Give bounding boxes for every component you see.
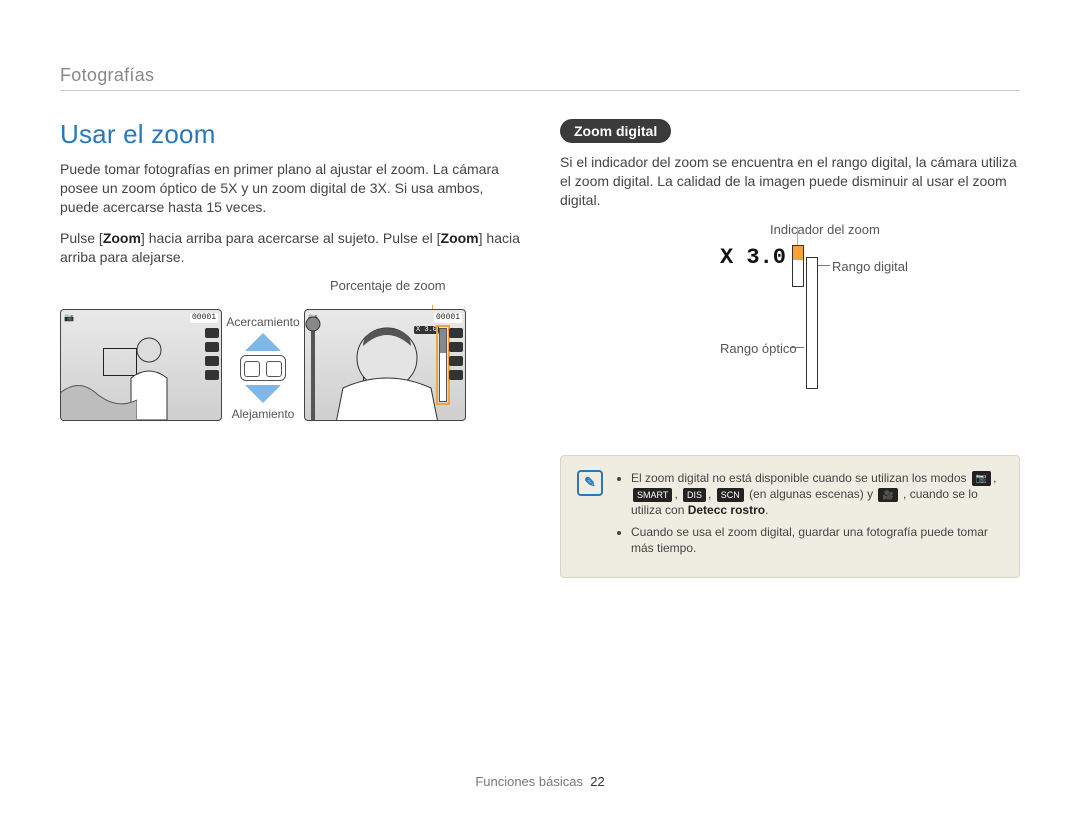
hud-icon	[205, 356, 219, 366]
zoom-x-value: X 3.0	[720, 245, 786, 270]
right-column: Zoom digital Si el indicador del zoom se…	[560, 119, 1020, 578]
hud-side-icons	[205, 328, 219, 380]
mode-icon-camera: 📷	[972, 471, 991, 485]
note-item: El zoom digital no está disponible cuand…	[631, 470, 1003, 519]
zoom-bar-digital	[792, 245, 804, 287]
hud-icon	[205, 342, 219, 352]
zoom-indicator-diagram: X 3.0 Rango digital Rango óptico	[720, 245, 1020, 425]
feature-name: Detecc rostro	[688, 503, 765, 517]
text: .	[765, 503, 768, 517]
camera-screen-zoom-wrapper: 📷 00001 X 3.0	[304, 309, 466, 421]
zoom-figure: 📷 00001	[60, 309, 520, 421]
label-zoom-out: Alejamiento	[232, 407, 295, 421]
note-box: ✎ El zoom digital no está disponible cua…	[560, 455, 1020, 578]
camera-screen-wide: 📷 00001	[60, 309, 222, 421]
caption-percentage: Porcentaje de zoom	[330, 278, 520, 293]
footer-section: Funciones básicas	[475, 774, 583, 789]
zoom-rocker: Acercamiento Alejamiento	[228, 315, 298, 421]
subject-illustration	[315, 318, 445, 421]
zoom-bar-optical	[806, 257, 818, 389]
note-list: El zoom digital no está disponible cuand…	[617, 470, 1003, 563]
hud-icon	[449, 370, 463, 380]
instruction-paragraph: Pulse [Zoom] hacia arriba para acercarse…	[60, 229, 520, 267]
label-indicator: Indicador del zoom	[770, 222, 1080, 237]
leader-line	[790, 347, 804, 348]
page-footer: Funciones básicas 22	[0, 774, 1080, 789]
zoom-keyword: Zoom	[103, 230, 141, 246]
page-number: 22	[590, 774, 604, 789]
camera-screen-zoomed: 📷 00001 X 3.0	[304, 309, 466, 421]
hud-side-icons	[449, 328, 463, 380]
two-column-layout: Usar el zoom Puede tomar fotografías en …	[60, 119, 1020, 578]
mode-icon-dis: DIS	[683, 488, 706, 502]
hud-icon	[205, 328, 219, 338]
hud-icon	[205, 370, 219, 380]
label-optical-range: Rango óptico	[720, 341, 797, 356]
intro-paragraph: Puede tomar fotografías en primer plano …	[60, 160, 520, 217]
text: El zoom digital no está disponible cuand…	[631, 471, 970, 485]
callout-leader	[797, 227, 798, 247]
hud-icon	[449, 328, 463, 338]
hud-icon	[449, 342, 463, 352]
breadcrumb: Fotografías	[60, 65, 1020, 91]
lamp-post-illustration	[304, 316, 329, 420]
left-column: Usar el zoom Puede tomar fotografías en …	[60, 119, 520, 578]
text: ] hacia arriba para acercarse al sujeto.…	[141, 230, 441, 246]
hud-icon	[449, 356, 463, 366]
zoom-keyword: Zoom	[441, 230, 479, 246]
subsection-pill: Zoom digital	[560, 119, 671, 143]
landscape-illustration	[60, 366, 137, 421]
mode-icon-scene: SCN	[717, 488, 744, 502]
section-heading: Usar el zoom	[60, 119, 520, 150]
mode-icon-smart: SMART	[633, 488, 672, 502]
arrow-up-icon	[245, 333, 281, 351]
leader-line	[818, 265, 830, 266]
note-item: Cuando se usa el zoom digital, guardar u…	[631, 524, 1003, 556]
mode-icon-movie: 🎥	[878, 488, 897, 502]
label-zoom-in: Acercamiento	[226, 315, 299, 329]
label-digital-range: Rango digital	[832, 259, 908, 274]
digital-zoom-paragraph: Si el indicador del zoom se encuentra en…	[560, 153, 1020, 210]
zoom-button	[240, 355, 286, 381]
note-icon: ✎	[577, 470, 603, 496]
camera-mode-icon: 📷	[64, 313, 74, 323]
zoom-bar-fill	[793, 246, 803, 260]
arrow-down-icon	[245, 385, 281, 403]
manual-page: Fotografías Usar el zoom Puede tomar fot…	[0, 0, 1080, 815]
text: (en algunas escenas) y	[749, 487, 876, 501]
shot-counter: 00001	[190, 313, 218, 323]
text: Pulse [	[60, 230, 103, 246]
